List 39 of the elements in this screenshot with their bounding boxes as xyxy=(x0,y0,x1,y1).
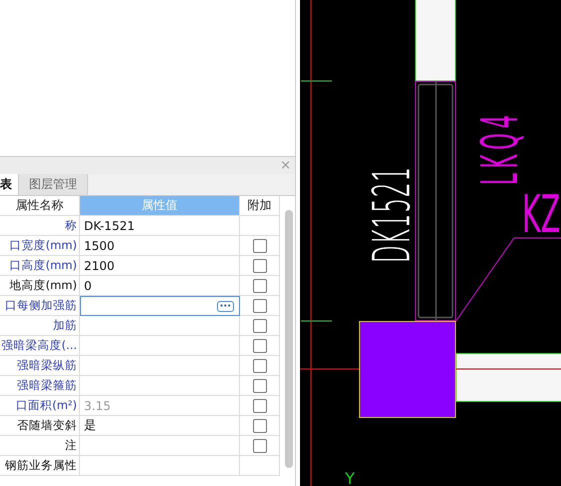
value-field[interactable]: ··· xyxy=(80,296,240,316)
property-name: 加筋 xyxy=(53,318,78,333)
checkbox[interactable] xyxy=(252,398,266,412)
property-name: 口高度(mm) xyxy=(10,258,78,273)
checkbox[interactable] xyxy=(252,338,266,352)
tab[interactable]: 图层管理 xyxy=(19,174,88,195)
property-value: 2100 xyxy=(84,258,115,272)
scrollbar-thumb[interactable] xyxy=(285,210,293,468)
property-name: 否随墙变斜 xyxy=(17,418,78,433)
more-button[interactable]: ··· xyxy=(216,300,234,312)
checkbox[interactable] xyxy=(252,238,266,252)
property-value: 是 xyxy=(84,417,96,434)
checkbox[interactable] xyxy=(252,258,266,272)
column-header: 属性值 xyxy=(80,196,240,216)
checkbox[interactable] xyxy=(252,438,266,452)
property-name: 口宽度(mm) xyxy=(10,238,78,253)
checkbox[interactable] xyxy=(252,378,266,392)
property-name: 口每侧加强筋 xyxy=(5,298,78,313)
property-value: 0 xyxy=(84,278,92,292)
property-name: 钢筋业务属性 xyxy=(5,458,78,473)
checkbox[interactable] xyxy=(252,278,266,292)
checkbox[interactable] xyxy=(252,358,266,372)
property-name: 地高度(mm) xyxy=(10,278,78,293)
property-name: 注 xyxy=(65,438,78,453)
tab[interactable]: 表 xyxy=(0,174,19,195)
property-name: 口面积(m²) xyxy=(16,398,78,413)
property-name: 强暗梁箍筋 xyxy=(17,378,78,393)
property-name: 强暗梁纵筋 xyxy=(17,358,78,373)
column-header: 附加 xyxy=(240,196,280,216)
property-value: 3.15 xyxy=(84,398,111,412)
cad-drawing: DK1521 LKQ4 KZ Y xyxy=(300,0,561,486)
checkbox[interactable] xyxy=(252,418,266,432)
property-value: DK-1521 xyxy=(84,218,135,232)
checkbox[interactable] xyxy=(252,318,266,332)
property-value: 1500 xyxy=(84,238,115,252)
checkbox[interactable] xyxy=(252,298,266,312)
property-name: 强暗梁高度(... xyxy=(2,338,78,353)
property-name: 称 xyxy=(65,218,78,233)
column-header: 属性名称 xyxy=(0,196,80,216)
